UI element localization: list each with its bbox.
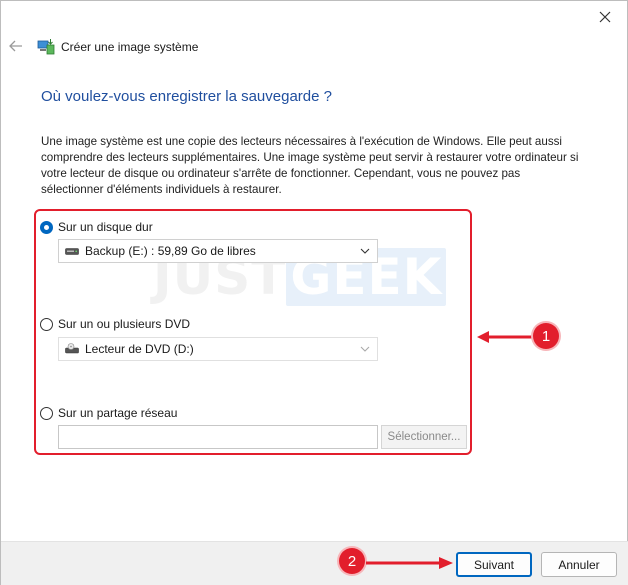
dvd-dropdown[interactable]: Lecteur de DVD (D:) <box>58 337 378 361</box>
radio-network-label: Sur un partage réseau <box>58 406 178 420</box>
radio-button-checked[interactable] <box>40 220 53 234</box>
backup-app-icon <box>37 39 55 55</box>
create-system-image-window: Créer une image système Où voulez-vous e… <box>0 0 628 585</box>
back-button[interactable] <box>7 37 25 55</box>
description-text: Une image système est une copie des lect… <box>41 135 579 196</box>
radio-hard-disk-label: Sur un disque dur <box>58 220 153 234</box>
wizard-header: Créer une image système <box>1 31 627 61</box>
next-button[interactable]: Suivant <box>456 552 532 577</box>
radio-dvd-label: Sur un ou plusieurs DVD <box>58 317 191 331</box>
radio-button[interactable] <box>40 317 53 331</box>
window-title: Créer une image système <box>61 40 199 54</box>
radio-dvd[interactable]: Sur un ou plusieurs DVD <box>40 317 190 331</box>
radio-button[interactable] <box>40 406 53 420</box>
hard-disk-dropdown-value: Backup (E:) : 59,89 Go de libres <box>85 244 256 258</box>
annotation-badge-2: 2 <box>339 548 365 574</box>
dvd-dropdown-value: Lecteur de DVD (D:) <box>85 342 194 356</box>
annotation-badge-1: 1 <box>533 323 559 349</box>
network-path-input[interactable] <box>58 425 378 449</box>
select-network-button[interactable]: Sélectionner... <box>381 425 467 449</box>
radio-network[interactable]: Sur un partage réseau <box>40 406 177 420</box>
hard-drive-icon <box>65 247 79 255</box>
chevron-down-icon <box>359 244 371 258</box>
wizard-footer <box>1 541 628 585</box>
back-arrow-icon <box>9 40 22 52</box>
hard-disk-dropdown[interactable]: Backup (E:) : 59,89 Go de libres <box>58 239 378 263</box>
close-icon <box>599 11 611 23</box>
dvd-drive-icon <box>65 343 79 354</box>
close-button[interactable] <box>591 5 619 29</box>
radio-hard-disk[interactable]: Sur un disque dur <box>40 220 153 234</box>
annotation-arrow-2 <box>366 557 453 569</box>
cancel-button[interactable]: Annuler <box>541 552 617 577</box>
annotation-arrow-1 <box>477 331 534 343</box>
page-heading: Où voulez-vous enregistrer la sauvegarde… <box>41 88 332 105</box>
chevron-down-icon <box>359 342 371 356</box>
